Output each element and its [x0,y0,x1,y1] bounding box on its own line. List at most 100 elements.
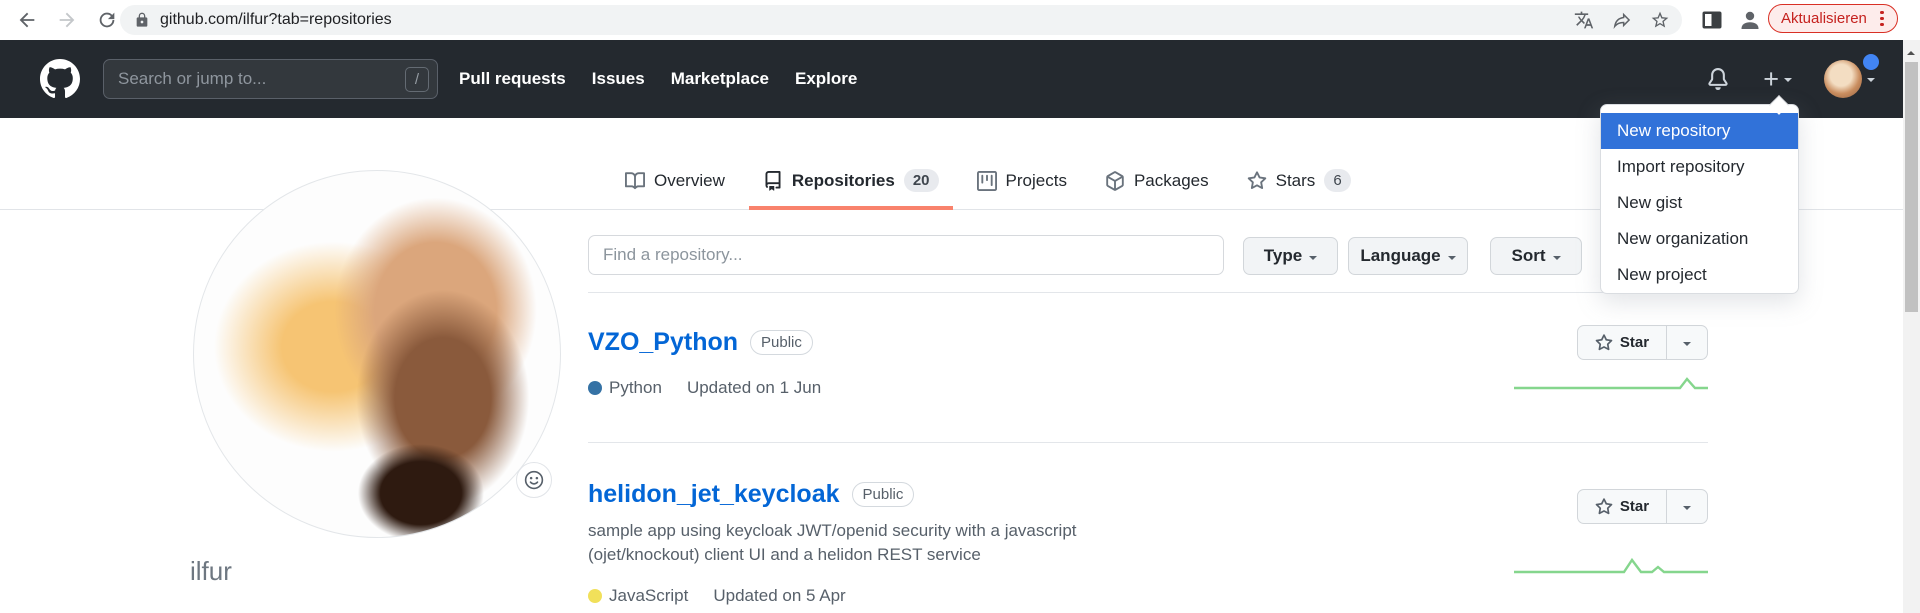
bookmark-star-icon[interactable] [1650,10,1670,30]
nav-explore[interactable]: Explore [795,69,857,89]
language-label: JavaScript [609,586,689,605]
profile-username: ilfur [190,556,232,586]
sort-filter-button[interactable]: Sort [1490,237,1582,275]
activity-sparkline [1514,377,1708,390]
github-search-input[interactable] [118,69,405,89]
github-logo-icon[interactable] [40,59,80,99]
create-new-dropdown-menu: New repository Import repository New gis… [1600,104,1799,294]
type-filter-label: Type [1263,246,1303,265]
share-icon[interactable] [1612,10,1632,30]
star-button-label: Star [1619,334,1650,351]
notifications-bell-icon[interactable] [1707,68,1729,90]
package-icon [1106,170,1124,191]
chevron-down-icon [1867,78,1875,86]
tab-projects[interactable]: Projects [963,151,1081,210]
star-button: Star [1577,489,1708,524]
repo-meta: Python Updated on 1 Jun [588,378,821,398]
language-label: Python [609,378,662,397]
smiley-icon [524,470,544,490]
url-text[interactable]: github.com/ilfur?tab=repositories [160,11,1556,29]
updated-label: Updated on 5 Apr [713,586,846,605]
chevron-down-icon [1447,255,1456,264]
update-button-label: Aktualisieren [1781,10,1867,27]
chevron-down-icon [1683,505,1691,514]
tab-label: Projects [1005,170,1067,190]
header-avatar[interactable] [1824,60,1862,98]
project-icon [976,170,997,191]
menu-item-import-repository[interactable]: Import repository [1601,149,1798,185]
repo-icon [765,170,781,191]
menu-item-new-repository[interactable]: New repository [1601,113,1798,149]
menu-item-new-project[interactable]: New project [1601,257,1798,293]
profile-avatar [193,170,561,538]
repo-description-line1: sample app using keycloak JWT/openid sec… [588,521,1077,540]
nav-marketplace[interactable]: Marketplace [671,69,769,89]
create-new-button[interactable]: + [1763,64,1792,94]
github-search-box[interactable]: / [103,59,438,99]
nav-issues[interactable]: Issues [592,69,645,89]
page-scrollbar[interactable] [1903,40,1920,613]
tab-packages[interactable]: Packages [1091,151,1223,210]
address-bar[interactable]: github.com/ilfur?tab=repositories [120,5,1682,35]
star-icon [1247,170,1266,189]
browser-update-button[interactable]: Aktualisieren [1768,4,1898,33]
chevron-down-icon [1309,255,1318,264]
menu-item-new-gist[interactable]: New gist [1601,185,1798,221]
language-dot [588,381,602,395]
repo-link-vzo-python[interactable]: VZO_Python [588,328,738,357]
language-filter-label: Language [1360,246,1441,265]
tab-repositories[interactable]: Repositories 20 [748,151,953,210]
plus-icon: + [1763,64,1779,94]
activity-sparkline [1514,557,1708,574]
repo-divider [588,292,1708,293]
star-dropdown-button[interactable] [1666,326,1707,359]
stars-count-badge: 6 [1324,169,1351,192]
star-action[interactable]: Star [1578,326,1666,359]
repositories-count-badge: 20 [903,169,939,192]
chevron-down-icon [1683,341,1691,350]
star-dropdown-button[interactable] [1666,490,1707,523]
repo-row-title: VZO_Python Public [588,328,813,357]
star-button: Star [1577,325,1708,360]
menu-item-new-organization[interactable]: New organization [1601,221,1798,257]
repo-link-helidon-jet-keycloak[interactable]: helidon_jet_keycloak [588,480,840,509]
type-filter-button[interactable]: Type [1243,237,1338,275]
visibility-badge: Public [851,482,915,507]
star-button-label: Star [1619,498,1650,515]
browser-menu-icon[interactable] [1873,9,1891,29]
updated-label: Updated on 1 Jun [686,378,822,397]
nav-pull-requests[interactable]: Pull requests [459,69,566,89]
translate-icon[interactable] [1574,10,1594,30]
tab-overview[interactable]: Overview [611,151,739,210]
set-status-button[interactable] [516,462,552,498]
chevron-down-icon [1784,78,1792,86]
github-main-nav: Pull requests Issues Marketplace Explore [459,40,857,118]
star-icon [1595,333,1613,350]
star-action[interactable]: Star [1578,490,1666,523]
sort-filter-label: Sort [1511,246,1546,265]
slash-shortcut-key: / [405,66,429,92]
back-icon[interactable] [16,9,38,31]
repo-description-line2: (ojet/knockout) client UI and a helidon … [588,545,981,564]
user-menu-button[interactable] [1824,54,1879,98]
scrollbar-up-arrow-icon[interactable] [1907,47,1915,55]
side-panel-icon[interactable] [1700,8,1724,32]
status-dot [1863,54,1879,70]
tab-label: Repositories [791,170,895,190]
language-filter-button[interactable]: Language [1348,237,1468,275]
forward-icon[interactable] [56,9,78,31]
profile-tab-nav: Overview Repositories 20 Projects Packag… [606,151,1370,210]
language-dot [588,589,602,603]
scrollbar-thumb[interactable] [1905,62,1918,312]
lock-icon [136,12,148,27]
reload-icon[interactable] [96,9,118,31]
browser-profile-icon[interactable] [1738,8,1762,32]
tab-label: Stars [1275,170,1316,190]
find-repository-input[interactable] [588,235,1224,275]
browser-chrome: github.com/ilfur?tab=repositories Aktual… [0,0,1920,40]
chevron-down-icon [1552,255,1561,264]
tab-label: Packages [1133,170,1209,190]
tab-label: Overview [654,170,725,190]
tab-stars[interactable]: Stars 6 [1233,151,1365,210]
repo-meta: JavaScript Updated on 5 Apr [588,586,846,606]
